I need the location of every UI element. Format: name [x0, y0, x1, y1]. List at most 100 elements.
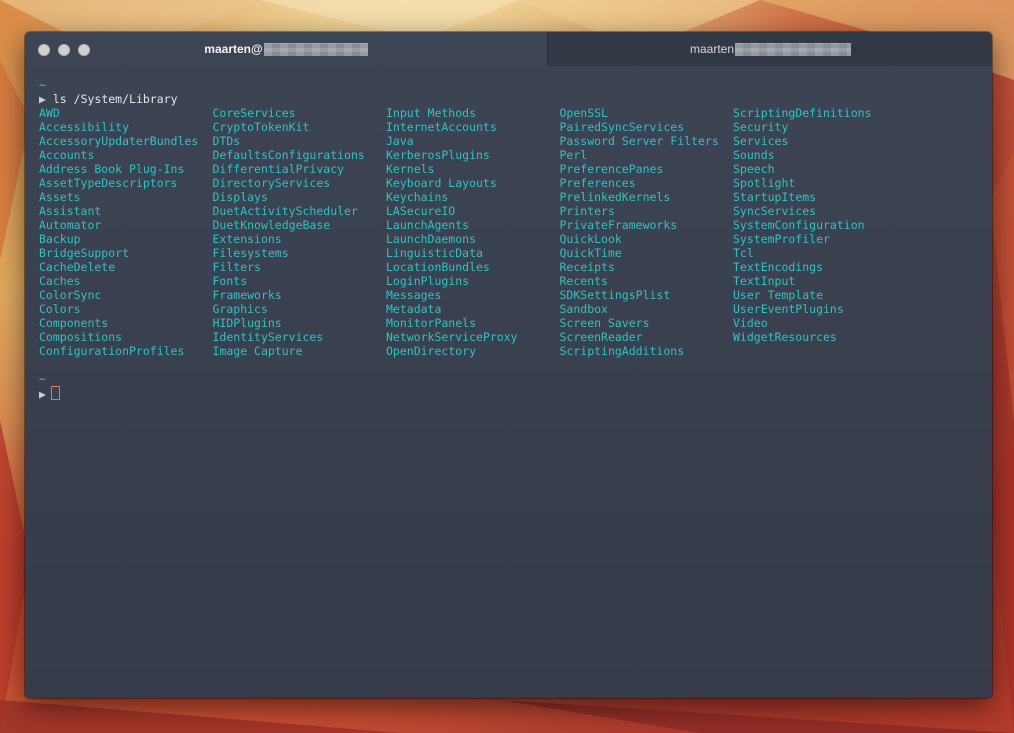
ls-output: AWD Accessibility AccessoryUpdaterBundles A…	[39, 106, 907, 358]
close-button[interactable]	[38, 44, 50, 56]
directory-entry: Components	[39, 316, 109, 330]
directory-entry: LASecureIO	[386, 204, 456, 218]
directory-entry: Filters	[212, 260, 261, 274]
directory-entry: InternetAccounts	[386, 120, 497, 134]
directory-entry: Assistant	[39, 204, 102, 218]
directory-entry: StartupItems	[733, 190, 817, 204]
window-controls	[38, 44, 90, 56]
directory-entry: AssetTypeDescriptors	[39, 176, 178, 190]
directory-entry: Fonts	[212, 274, 248, 288]
directory-entry: LaunchAgents	[386, 218, 470, 232]
directory-entry: DuetActivityScheduler	[212, 204, 358, 218]
prompt-directory: ~	[39, 78, 46, 92]
tab-inactive[interactable]: maarten	[547, 32, 992, 66]
directory-entry: LinguisticData	[386, 246, 483, 260]
prompt-directory: ~	[39, 372, 46, 386]
directory-entry: ScriptingAdditions	[559, 344, 685, 358]
minimize-button[interactable]	[58, 44, 70, 56]
tab-active-title: maarten@	[204, 42, 263, 56]
directory-entry: SyncServices	[733, 204, 817, 218]
directory-entry: QuickTime	[559, 246, 622, 260]
directory-entry: Speech	[733, 162, 775, 176]
ls-column: ScriptingDefinitions Security Services Soun…	[733, 106, 907, 358]
directory-entry: Sounds	[733, 148, 775, 162]
tab-active[interactable]: maarten@	[25, 32, 547, 66]
directory-entry: ScreenReader	[559, 330, 643, 344]
ls-column: CoreServices CryptoTokenKit DTDs DefaultsCo…	[213, 106, 387, 358]
ls-column: Input Methods InternetAccounts Java Kerbero…	[386, 106, 560, 358]
prompt-arrow-icon: ▶	[39, 92, 46, 106]
directory-entry: Frameworks	[212, 288, 282, 302]
directory-entry: UserEventPlugins	[733, 302, 844, 316]
directory-entry: Keyboard Layouts	[386, 176, 497, 190]
directory-entry: PreferencePanes	[559, 162, 664, 176]
directory-entry: Java	[386, 134, 414, 148]
directory-entry: CoreServices	[212, 106, 296, 120]
directory-entry: DefaultsConfigurations	[212, 148, 365, 162]
directory-entry: Graphics	[212, 302, 268, 316]
terminal-output[interactable]: ~ ▶ ls /System/Library AWD Accessibility A…	[39, 78, 907, 401]
directory-entry: Automator	[39, 218, 102, 232]
directory-entry: Receipts	[559, 260, 615, 274]
directory-entry: User Template	[733, 288, 824, 302]
directory-entry: QuickLook	[559, 232, 622, 246]
directory-entry: Keychains	[386, 190, 449, 204]
directory-entry: Colors	[39, 302, 81, 316]
directory-entry: Filesystems	[212, 246, 289, 260]
directory-entry: NetworkServiceProxy	[386, 330, 518, 344]
directory-entry: CryptoTokenKit	[212, 120, 310, 134]
directory-entry: AWD	[39, 106, 60, 120]
directory-entry: ConfigurationProfiles	[39, 344, 185, 358]
directory-entry: TextEncodings	[733, 260, 824, 274]
directory-entry: BridgeSupport	[39, 246, 130, 260]
directory-entry: PrivateFrameworks	[559, 218, 678, 232]
directory-entry: Input Methods	[386, 106, 477, 120]
ls-column: OpenSSL PairedSyncServices Password Server…	[560, 106, 734, 358]
directory-entry: DirectoryServices	[212, 176, 331, 190]
command-line: ▶ ls /System/Library	[39, 92, 907, 106]
directory-entry: Image Capture	[212, 344, 303, 358]
redacted-hostname	[263, 42, 368, 56]
directory-entry: OpenDirectory	[386, 344, 477, 358]
directory-entry: PairedSyncServices	[559, 120, 685, 134]
text-cursor	[50, 386, 60, 400]
directory-entry: Preferences	[559, 176, 636, 190]
directory-entry: Messages	[386, 288, 442, 302]
ls-column: AWD Accessibility AccessoryUpdaterBundles A…	[39, 106, 213, 358]
directory-entry: MonitorPanels	[386, 316, 477, 330]
directory-entry: Screen Savers	[559, 316, 650, 330]
directory-entry: Backup	[39, 232, 81, 246]
prompt-arrow-icon: ▶	[39, 387, 46, 401]
directory-entry: Assets	[39, 190, 81, 204]
directory-entry: Recents	[559, 274, 608, 288]
command-text: ls /System/Library	[52, 92, 178, 106]
active-prompt[interactable]: ▶	[39, 386, 907, 401]
directory-entry: ScriptingDefinitions	[733, 106, 872, 120]
directory-entry: Accessibility	[39, 120, 130, 134]
directory-entry: ColorSync	[39, 288, 102, 302]
directory-entry: Tcl	[733, 246, 754, 260]
directory-entry: AccessoryUpdaterBundles	[39, 134, 199, 148]
directory-entry: Services	[733, 134, 789, 148]
title-bar[interactable]: maarten@ maarten	[25, 32, 992, 66]
directory-entry: IdentityServices	[212, 330, 324, 344]
directory-entry: Password Server Filters	[559, 134, 719, 148]
directory-entry: PrelinkedKernels	[559, 190, 671, 204]
directory-entry: Displays	[212, 190, 268, 204]
directory-entry: SDKSettingsPlist	[559, 288, 671, 302]
terminal-window[interactable]: maarten@ maarten ~ ▶ ls /System/Library …	[25, 32, 992, 698]
zoom-button[interactable]	[78, 44, 90, 56]
directory-entry: LaunchDaemons	[386, 232, 477, 246]
directory-entry: TextInput	[733, 274, 796, 288]
directory-entry: Sandbox	[559, 302, 608, 316]
directory-entry: DuetKnowledgeBase	[212, 218, 331, 232]
directory-entry: SystemConfiguration	[733, 218, 865, 232]
directory-entry: Perl	[559, 148, 588, 162]
directory-entry: KerberosPlugins	[386, 148, 490, 162]
directory-entry: WidgetResources	[733, 330, 837, 344]
directory-entry: LocationBundles	[386, 260, 490, 274]
directory-entry: OpenSSL	[559, 106, 608, 120]
tab-inactive-title: maarten	[689, 42, 735, 56]
directory-entry: SystemProfiler	[733, 232, 830, 246]
directory-entry: Security	[733, 120, 789, 134]
